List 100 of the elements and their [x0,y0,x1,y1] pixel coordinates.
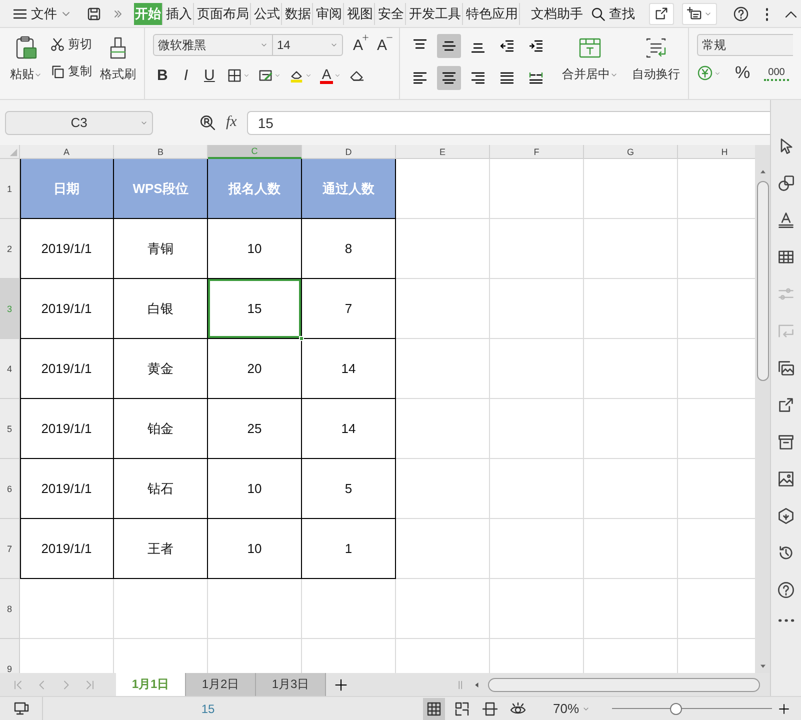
table-cell: 2019/1/1 [20,339,114,399]
minus-icon [386,34,394,41]
column-header[interactable]: G [584,145,678,159]
page-break-view-icon [454,700,470,716]
table-cell: 7 [302,279,396,339]
currency-icon[interactable] [697,65,714,81]
bold-button[interactable]: B [153,64,172,86]
table-cell: 20 [208,339,302,399]
function-button[interactable]: fx [226,114,237,131]
align-center-button[interactable] [437,66,462,90]
font-size-field[interactable]: 14 [273,34,343,56]
clipboard-icon [14,36,38,60]
save-icon[interactable] [86,6,102,22]
plus-icon [334,678,348,692]
wrap-text-button[interactable]: 自动换行 [632,34,680,93]
table-cell: 10 [208,219,302,279]
zoom-thumb[interactable] [670,702,682,714]
zoom-level-button[interactable]: 70% [547,700,596,717]
scrollbar[interactable] [488,678,760,692]
ribbon-tab[interactable]: 安全 [377,2,406,24]
share-icon [654,6,669,21]
column-header[interactable]: A [20,145,114,159]
table-cell: 15 [208,279,302,339]
align-distribute-icon [528,70,544,86]
row-header[interactable]: 5 [0,399,20,459]
ribbon-tab[interactable]: 插入 [165,2,194,24]
cut-button[interactable]: 剪切 [48,34,94,55]
table-cell: 10 [208,519,302,579]
underline-button[interactable]: U [200,64,219,86]
table-cell: 2019/1/1 [20,519,114,579]
note-add-icon [687,6,702,21]
table-cell: 14 [302,399,396,459]
copy-icon [50,64,65,79]
name-box[interactable]: C3 [5,110,153,134]
number-format-field[interactable]: 常规 [697,34,793,56]
column-title: 日期 [20,159,114,219]
align-right-icon [470,70,486,86]
italic-button[interactable]: I [180,64,192,86]
format-painter-button[interactable]: 格式刷 [100,34,136,93]
paste-button[interactable]: 粘贴 [10,34,42,93]
page-layout-icon [482,700,498,716]
fill-handle[interactable] [299,336,304,341]
align-center-icon [441,70,458,86]
zoom-in-button[interactable] [778,702,790,714]
ribbon-tab[interactable]: 数据 [284,2,313,24]
sheet-tab[interactable]: 1月2日 [186,673,256,696]
column-title: 通过人数 [302,159,396,219]
grow-font-button[interactable]: A [349,34,368,56]
row-header[interactable]: 6 [0,459,20,519]
caret-icon [330,41,338,49]
border-icon[interactable] [226,68,242,82]
table-cell: 25 [208,399,302,459]
row-header[interactable]: 1 [0,159,20,219]
table-cell: 2019/1/1 [20,219,114,279]
row-header[interactable]: 7 [0,519,20,579]
sheet-tab[interactable]: 1月3日 [256,673,326,696]
file-menu[interactable]: 文件 [10,2,74,24]
row-header[interactable]: 8 [0,579,20,639]
thousands-button[interactable]: 000 [764,65,789,81]
outdent-icon [499,38,516,54]
ribbon-tab[interactable]: 文档助手 [530,2,584,24]
column-header[interactable]: H [678,145,755,159]
column-header[interactable]: E [396,145,490,159]
row-header[interactable]: 9 [0,639,20,673]
column-header[interactable]: D [302,145,396,159]
ribbon-tab[interactable]: 特色应用 [465,2,520,24]
ribbon-tab[interactable]: 审阅 [315,2,344,24]
wrap-text-icon [644,36,668,60]
device-icon[interactable] [13,700,29,716]
shrink-font-button[interactable]: A [373,34,392,56]
table-cell: 2019/1/1 [20,459,114,519]
percent-button[interactable]: % [731,62,754,84]
lookup-icon[interactable] [199,114,216,131]
scrollbar[interactable] [756,181,768,381]
ribbon-tab[interactable]: 页面布局 [196,2,251,24]
normal-view-button[interactable] [423,698,445,720]
formula-input[interactable]: 15 [246,110,770,134]
row-header[interactable]: 4 [0,339,20,399]
align-justify-icon [499,70,516,86]
plus-icon [778,702,790,714]
eye-icon [510,700,526,716]
search-button[interactable]: 查找 [588,2,637,24]
font-name-field[interactable]: 微软雅黑 [153,34,273,56]
ribbon-tab[interactable]: 视图 [346,2,375,24]
merge-center-button[interactable]: 合并居中 [562,34,618,93]
align-middle-button[interactable] [437,34,462,58]
table-cell: 10 [208,459,302,519]
font-color-button[interactable]: A [320,66,334,84]
row-header[interactable]: 2 [0,219,20,279]
copy-button[interactable]: 复制 [48,61,94,82]
cell-style-icon[interactable] [258,68,273,82]
table-cell: 白银 [114,279,208,339]
ribbon-tab[interactable]: 公式 [253,2,282,24]
column-header[interactable]: B [114,145,208,159]
column-header[interactable]: F [490,145,584,159]
merge-cells-icon [578,36,602,60]
ribbon-tab[interactable]: 开发工具 [408,2,463,24]
share-button[interactable] [649,2,674,24]
help-icon[interactable] [733,6,749,22]
note-button[interactable] [682,2,717,24]
